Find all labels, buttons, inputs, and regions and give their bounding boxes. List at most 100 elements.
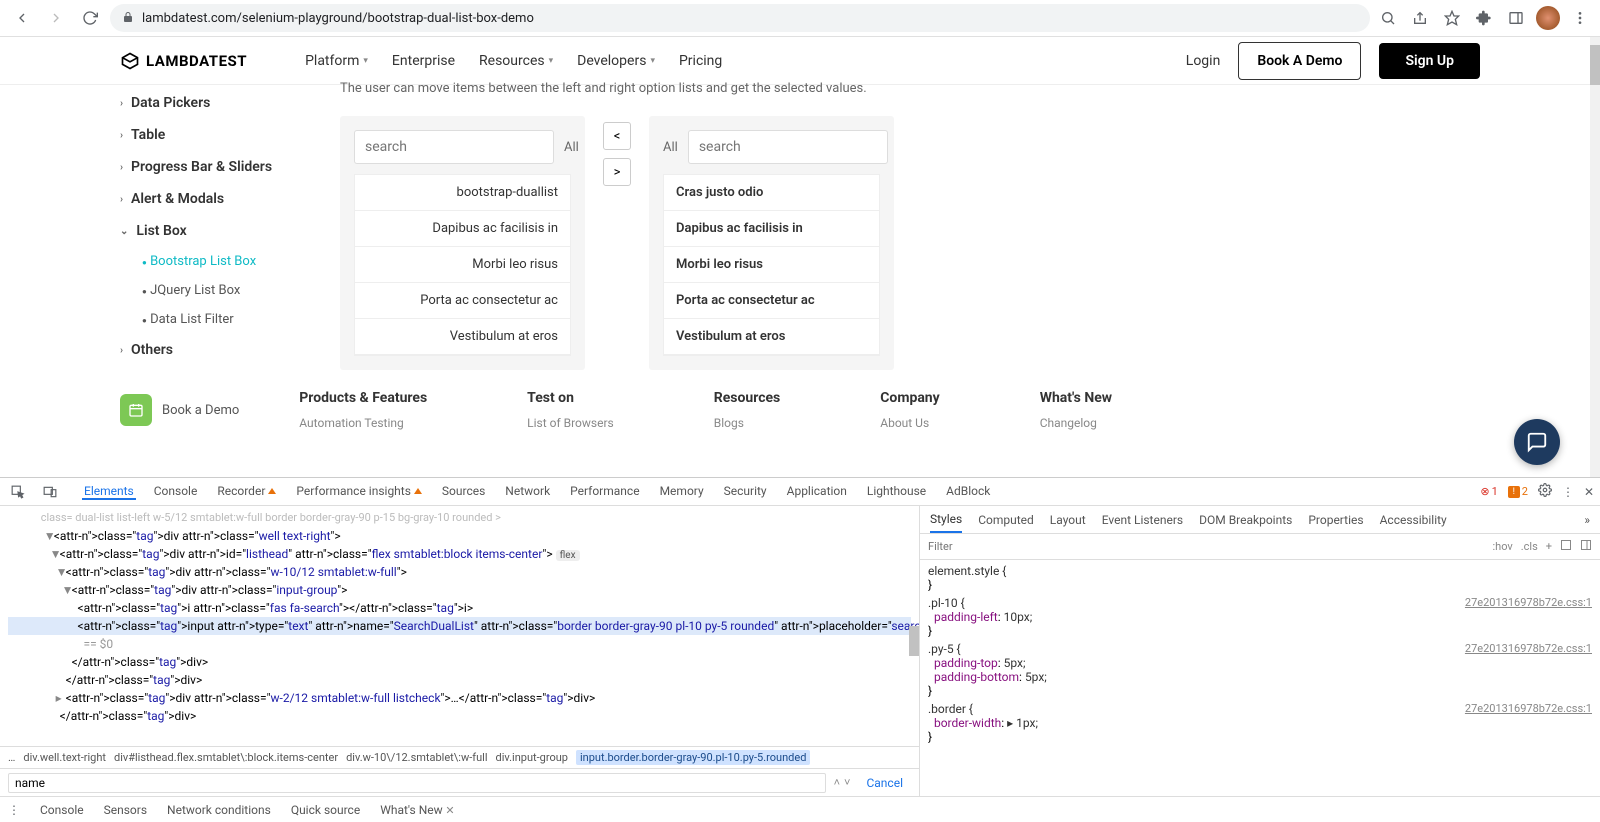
devtools-tab-memory[interactable]: Memory [658,484,706,498]
styles-tab-event-listeners[interactable]: Event Listeners [1102,513,1183,527]
left-all-label[interactable]: All [564,140,579,155]
breadcrumb-item[interactable]: div.well.text-right [23,751,106,764]
right-all-label[interactable]: All [663,140,678,155]
zoom-icon[interactable] [1376,6,1400,30]
list-item[interactable]: Porta ac consectetur ac [355,283,570,319]
styles-more-icon[interactable]: » [1584,513,1590,527]
drawer-tab-quick-source[interactable]: Quick source [291,803,360,817]
devtools-tab-sources[interactable]: Sources [440,484,487,498]
address-bar[interactable]: lambdatest.com/selenium-playground/boots… [110,4,1370,32]
styles-tab-computed[interactable]: Computed [978,513,1034,527]
drawer-tab-what's-new[interactable]: What's New ✕ [380,803,454,817]
dom-tree[interactable]: class= dual-list list-left w-5/12 smtabl… [0,506,919,746]
search-next-icon[interactable]: ˅ [844,776,850,789]
sidebar-item[interactable]: ›Progress Bar & Sliders [120,151,320,183]
sidebar-subitem[interactable]: ● Data List Filter [142,305,320,334]
page-scrollbar[interactable] [1590,37,1600,477]
footer-link[interactable]: Automation Testing [299,416,427,430]
list-item[interactable]: Dapibus ac facilisis in [355,211,570,247]
inspect-element-icon[interactable] [6,480,30,504]
styles-tab-styles[interactable]: Styles [930,506,962,533]
chat-bubble-button[interactable] [1514,419,1560,465]
close-icon[interactable]: ✕ [443,804,455,817]
devtools-tab-network[interactable]: Network [503,484,552,498]
extensions-icon[interactable] [1472,6,1496,30]
styles-tab-properties[interactable]: Properties [1308,513,1363,527]
devtools-tab-performance-insights[interactable]: Performance insights [294,484,424,498]
settings-icon[interactable] [1538,483,1552,500]
warnings-badge[interactable]: ! 2 [1508,485,1528,498]
login-link[interactable]: Login [1186,53,1221,69]
new-rule-icon[interactable]: + [1546,540,1552,553]
forward-button[interactable] [42,4,70,32]
toggle-sidebar-icon[interactable] [1580,539,1592,554]
star-icon[interactable] [1440,6,1464,30]
footer-book-demo[interactable]: Book a Demo [120,390,239,430]
drawer-tab-console[interactable]: Console [40,803,84,817]
nav-link-resources[interactable]: Resources▾ [479,53,553,69]
devtools-tab-performance[interactable]: Performance [568,484,641,498]
devtools-tab-adblock[interactable]: AdBlock [944,484,992,498]
search-cancel-button[interactable]: Cancel [858,776,911,790]
more-icon[interactable]: ⋮ [1562,485,1574,499]
nav-link-pricing[interactable]: Pricing [679,53,722,69]
sidebar-subitem[interactable]: ● JQuery List Box [142,276,320,305]
device-toolbar-icon[interactable] [38,480,62,504]
footer-link[interactable]: List of Browsers [527,416,614,430]
drawer-menu-icon[interactable]: ⋮ [8,803,20,817]
list-item[interactable]: Dapibus ac facilisis in [664,211,879,247]
devtools-tab-application[interactable]: Application [785,484,849,498]
footer-link[interactable]: About Us [880,416,939,430]
brand-logo[interactable]: LAMBDATEST [120,51,247,71]
breadcrumb-item[interactable]: div.input-group [496,751,568,764]
nav-link-platform[interactable]: Platform▾ [305,53,368,69]
nav-link-developers[interactable]: Developers▾ [577,53,655,69]
sidebar-item[interactable]: ›Others [120,334,320,366]
dom-breadcrumb[interactable]: … div.well.text-right div#listhead.flex.… [0,746,919,768]
footer-link[interactable]: Changelog [1040,416,1112,430]
list-item[interactable]: bootstrap-duallist [355,175,570,211]
kebab-menu-icon[interactable] [1568,6,1592,30]
breadcrumb-item[interactable]: … [8,751,15,764]
sidepanel-icon[interactable] [1504,6,1528,30]
dom-search-input[interactable] [8,773,826,793]
close-devtools-icon[interactable]: ✕ [1584,485,1594,499]
devtools-tab-recorder[interactable]: Recorder [215,484,278,498]
reload-button[interactable] [76,4,104,32]
breadcrumb-item[interactable]: input.border.border-gray-90.pl-10.py-5.r… [576,750,810,765]
move-right-button[interactable]: > [603,158,631,186]
sidebar-item[interactable]: ›Alert & Modals [120,183,320,215]
search-prev-icon[interactable]: ˄ [834,776,840,789]
styles-tab-dom-breakpoints[interactable]: DOM Breakpoints [1199,513,1292,527]
sidebar-item[interactable]: ›Table [120,119,320,151]
signup-button[interactable]: Sign Up [1379,43,1480,79]
list-item[interactable]: Vestibulum at eros [355,319,570,355]
breadcrumb-item[interactable]: div.w-10\/12.smtablet\:w-full [346,751,487,764]
nav-link-enterprise[interactable]: Enterprise [392,53,455,69]
breadcrumb-item[interactable]: div#listhead.flex.smtablet\:block.items-… [114,751,338,764]
list-item[interactable]: Vestibulum at eros [664,319,879,355]
styles-filter-input[interactable] [928,540,1484,553]
dom-scrollbar-thumb[interactable] [909,626,919,656]
devtools-tab-security[interactable]: Security [722,484,769,498]
cls-toggle[interactable]: .cls [1521,540,1538,553]
sidebar-item[interactable]: ›Data Pickers [120,87,320,119]
sidebar-subitem[interactable]: ● Bootstrap List Box [142,247,320,276]
errors-badge[interactable]: ⊗ 1 [1480,485,1497,498]
devtools-tab-lighthouse[interactable]: Lighthouse [865,484,928,498]
list-item[interactable]: Porta ac consectetur ac [664,283,879,319]
right-search-input[interactable] [688,130,888,164]
list-item[interactable]: Morbi leo risus [664,247,879,283]
left-search-input[interactable] [354,130,554,164]
styles-tab-accessibility[interactable]: Accessibility [1380,513,1447,527]
hov-toggle[interactable]: :hov [1492,540,1512,553]
devtools-tab-elements[interactable]: Elements [82,484,136,500]
share-icon[interactable] [1408,6,1432,30]
list-item[interactable]: Morbi leo risus [355,247,570,283]
book-demo-button[interactable]: Book A Demo [1238,42,1361,80]
footer-link[interactable]: Blogs [714,416,781,430]
computed-styles-icon[interactable] [1560,539,1572,554]
styles-tab-layout[interactable]: Layout [1050,513,1086,527]
back-button[interactable] [8,4,36,32]
drawer-tab-sensors[interactable]: Sensors [104,803,147,817]
